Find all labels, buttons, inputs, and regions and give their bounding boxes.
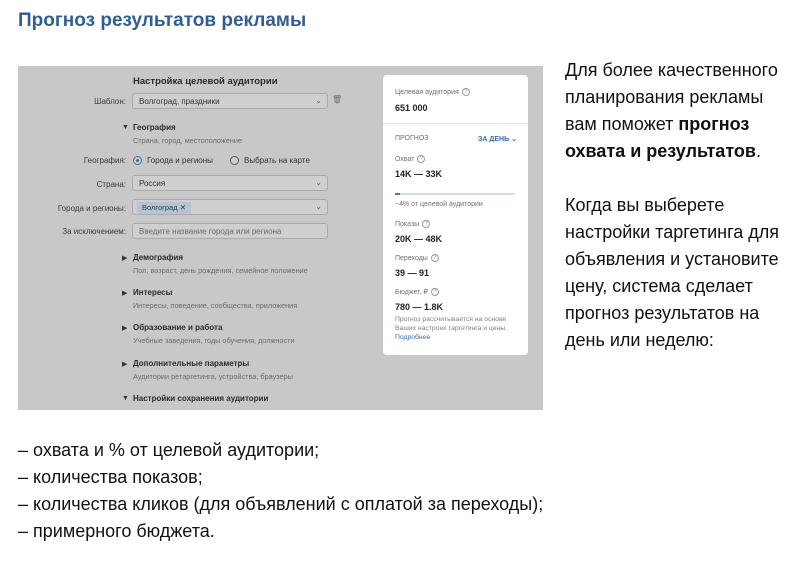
help-icon[interactable]: ?: [422, 220, 431, 228]
exclude-input[interactable]: Введите название города или региона: [132, 223, 328, 239]
radio-regions-label: Города и регионы: [147, 156, 213, 165]
cities-label: Города и регионы:: [57, 204, 126, 213]
bullet-item: – охвата и % от целевой аудитории;: [18, 440, 320, 460]
template-value: Волгоград, праздники: [139, 97, 220, 106]
divider: [383, 123, 528, 124]
side-paragraph-1: Для более качественного планирования рек…: [565, 60, 778, 161]
chevron-down-icon: ⌄: [315, 96, 322, 105]
section-interests-subtitle: Интересы, поведение, сообщества, приложе…: [133, 301, 298, 310]
geography-heading[interactable]: География: [133, 123, 176, 132]
chevron-down-icon: ⌄: [315, 202, 322, 211]
targeting-screenshot: Настройка целевой аудитории Шаблон: Волг…: [18, 66, 543, 410]
help-icon[interactable]: ?: [417, 155, 426, 163]
audience-value: 651 000: [395, 103, 428, 113]
forecast-label: ПРОГНОЗ: [395, 135, 429, 142]
audience-label: Целевая аудитория?: [395, 88, 470, 96]
reach-bar-fill: [395, 193, 400, 195]
trash-icon[interactable]: 🗑: [332, 95, 342, 104]
collapsed-triangle-icon[interactable]: ▶: [122, 360, 127, 368]
forecast-note: Прогноз рассчитывается на основе Ваших н…: [395, 316, 508, 341]
exclude-placeholder: Введите название города или региона: [139, 227, 282, 236]
section-additional[interactable]: Дополнительные параметры: [133, 359, 249, 368]
bullet-list: – охвата и % от целевой аудитории; – кол…: [18, 437, 543, 545]
reach-note: ~4% от целевой аудитории: [395, 201, 483, 208]
radio-map-label: Выбрать на карте: [244, 156, 310, 165]
radio-regions[interactable]: [133, 156, 142, 165]
bullet-item: – количества показов;: [18, 467, 203, 487]
clicks-label: Переходы?: [395, 254, 439, 262]
section-demography-subtitle: Пол, возраст, день рождения, семейное по…: [133, 266, 308, 275]
more-link[interactable]: Подробнее: [395, 334, 430, 341]
expand-triangle-icon[interactable]: ▼: [122, 395, 129, 402]
help-icon[interactable]: ?: [430, 254, 439, 262]
section-save-audience[interactable]: Настройки сохранения аудитории: [133, 394, 268, 403]
reach-value: 14K — 33K: [395, 169, 443, 179]
geo-label: География:: [83, 156, 126, 165]
section-education[interactable]: Образование и работа: [133, 323, 222, 332]
template-label: Шаблон:: [94, 97, 126, 106]
impressions-value: 20K — 48K: [395, 234, 443, 244]
help-icon[interactable]: ?: [430, 288, 439, 297]
radio-map[interactable]: [230, 156, 239, 165]
reach-bar: [395, 193, 515, 195]
bullet-item: – примерного бюджета.: [18, 521, 215, 541]
side-text: Для более качественного планирования рек…: [565, 57, 790, 381]
section-education-subtitle: Учебные заведения, годы обучения, должно…: [133, 336, 295, 345]
bullet-item: – количества кликов (для объявлений с оп…: [18, 494, 544, 514]
period-dropdown[interactable]: ЗА ДЕНЬ ⌄: [478, 135, 517, 143]
budget-value: 780 — 1.8K: [395, 302, 444, 312]
collapsed-triangle-icon[interactable]: ▶: [122, 254, 127, 262]
audience-settings-title: Настройка целевой аудитории: [133, 76, 278, 87]
reach-label: Охват?: [395, 155, 426, 163]
country-select[interactable]: Россия ⌄: [132, 175, 328, 191]
clicks-value: 39 — 91: [395, 268, 430, 278]
budget-label: Бюджет, ₽?: [395, 288, 439, 297]
remove-tag-icon[interactable]: ✕: [180, 203, 186, 212]
geography-subtitle: Страна, город, местоположение: [133, 136, 243, 145]
section-additional-subtitle: Аудитории ретаргетинга, устройства, брау…: [133, 372, 293, 381]
section-interests[interactable]: Интересы: [133, 288, 172, 297]
forecast-card: Целевая аудитория? 651 000 ПРОГНОЗ ЗА ДЕ…: [383, 75, 528, 355]
city-tag[interactable]: Волгоград ✕: [137, 202, 191, 214]
country-label: Страна:: [96, 180, 126, 189]
city-tag-label: Волгоград: [142, 203, 178, 212]
impressions-label: Показы?: [395, 220, 431, 228]
side-paragraph-2: Когда вы выберете настройки таргетинга д…: [565, 195, 780, 350]
chevron-down-icon: ⌄: [511, 136, 517, 143]
template-select[interactable]: Волгоград, праздники ⌄: [132, 93, 328, 109]
expand-triangle-icon[interactable]: ▼: [122, 124, 129, 131]
collapsed-triangle-icon[interactable]: ▶: [122, 324, 127, 332]
collapsed-triangle-icon[interactable]: ▶: [122, 289, 127, 297]
help-icon[interactable]: ?: [461, 88, 470, 96]
section-demography[interactable]: Демография: [133, 253, 183, 262]
chevron-down-icon: ⌄: [315, 178, 322, 187]
page-title: Прогноз результатов рекламы: [18, 10, 307, 31]
exclude-label: За исключением:: [62, 227, 126, 236]
country-value: Россия: [139, 179, 166, 188]
